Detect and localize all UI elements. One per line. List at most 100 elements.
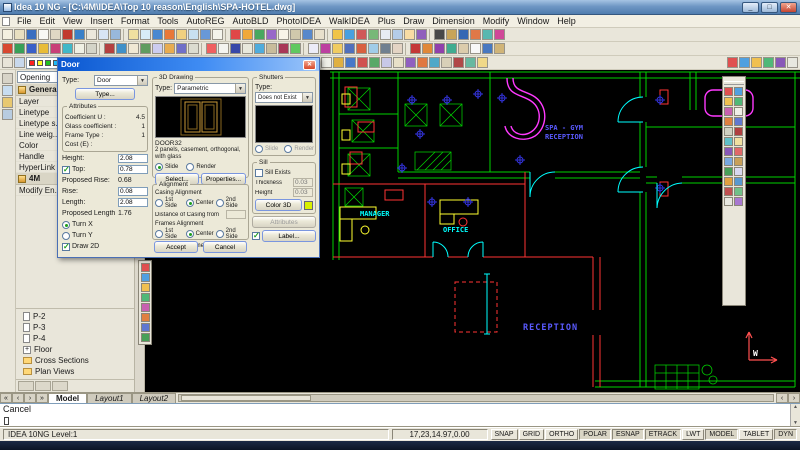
tool-icon[interactable] (152, 43, 163, 54)
color-3d-button[interactable]: Color 3D (255, 199, 302, 211)
tool-icon[interactable] (141, 313, 150, 322)
status-toggle-polar[interactable]: POLAR (579, 429, 611, 440)
render-radio[interactable] (186, 163, 194, 171)
status-toggle-ortho[interactable]: ORTHO (545, 429, 578, 440)
tool-icon[interactable] (218, 43, 229, 54)
height-input[interactable] (118, 154, 148, 163)
tool-icon[interactable] (212, 29, 223, 40)
menu-insert[interactable]: Insert (86, 16, 117, 26)
sidebar-tab[interactable] (52, 381, 68, 391)
tool-icon[interactable] (763, 57, 774, 68)
tool-icon[interactable] (14, 43, 25, 54)
tool-icon[interactable] (724, 167, 733, 176)
casing-2nd-side-radio[interactable] (216, 199, 224, 207)
tool-icon[interactable] (278, 43, 289, 54)
tool-icon[interactable] (470, 29, 481, 40)
tool-icon[interactable] (332, 29, 343, 40)
tool-icon[interactable] (727, 57, 738, 68)
scroll-down-icon[interactable]: ▼ (791, 420, 800, 426)
tool-icon[interactable] (775, 57, 786, 68)
tool-icon[interactable] (368, 43, 379, 54)
menu-modify[interactable]: Modify (479, 16, 514, 26)
status-toggle-grid[interactable]: GRID (519, 429, 545, 440)
tool-icon[interactable] (104, 43, 115, 54)
tab-nav-button[interactable]: « (0, 393, 12, 403)
tool-icon[interactable] (458, 43, 469, 54)
tool-icon[interactable] (26, 29, 37, 40)
tool-icon[interactable] (50, 43, 61, 54)
tool-icon[interactable] (470, 43, 481, 54)
turn-x-radio[interactable] (62, 221, 70, 229)
status-toggle-snap[interactable]: SNAP (491, 429, 518, 440)
tool-icon[interactable] (254, 29, 265, 40)
tool-icon[interactable] (141, 333, 150, 342)
sidebar-tab[interactable] (35, 381, 51, 391)
tool-icon[interactable] (453, 57, 464, 68)
tab-nav-button[interactable]: ‹ (12, 393, 24, 403)
menu-edit[interactable]: Edit (36, 16, 60, 26)
tool-icon[interactable] (242, 43, 253, 54)
tool-icon[interactable] (230, 29, 241, 40)
status-toggle-etrack[interactable]: ETRACK (645, 429, 681, 440)
scroll-thumb[interactable] (181, 395, 311, 401)
menu-dimension[interactable]: Dimension (428, 16, 479, 26)
tool-icon[interactable] (321, 57, 332, 68)
menu-photoidea[interactable]: PhotoIDEA (273, 16, 326, 26)
tool-icon[interactable] (242, 29, 253, 40)
status-toggle-dyn[interactable]: DYN (774, 429, 797, 440)
tool-icon[interactable] (734, 97, 743, 106)
tool-icon[interactable] (50, 29, 61, 40)
type-button[interactable]: Type... (75, 88, 135, 100)
tool-icon[interactable] (2, 29, 13, 40)
3d-type-combo[interactable]: Parametric ▼ (174, 83, 246, 94)
tool-icon[interactable] (392, 29, 403, 40)
tool-icon[interactable] (254, 43, 265, 54)
tool-icon[interactable] (422, 43, 433, 54)
tool-icon[interactable] (477, 57, 488, 68)
tool-icon[interactable] (116, 43, 127, 54)
tool-icon[interactable] (164, 29, 175, 40)
door-preview[interactable] (155, 96, 246, 138)
cancel-button[interactable]: Cancel (203, 241, 247, 253)
tool-icon[interactable] (308, 43, 319, 54)
tool-icon[interactable] (494, 29, 505, 40)
tool-icon[interactable] (441, 57, 452, 68)
turn-y-radio[interactable] (62, 232, 70, 240)
tool-icon[interactable] (739, 57, 750, 68)
tool-icon[interactable] (62, 29, 73, 40)
tool-icon[interactable] (2, 73, 13, 84)
tool-icon[interactable] (176, 43, 187, 54)
tool-icon[interactable] (458, 29, 469, 40)
tool-icon[interactable] (14, 57, 25, 68)
tool-icon[interactable] (494, 43, 505, 54)
tool-icon[interactable] (140, 29, 151, 40)
scroll-right-icon[interactable]: › (788, 393, 800, 403)
menu-tools[interactable]: Tools (153, 16, 182, 26)
tree-item-p-4[interactable]: P-4 (16, 333, 134, 344)
tool-icon[interactable] (140, 43, 151, 54)
tool-icon[interactable] (176, 29, 187, 40)
tool-icon[interactable] (314, 29, 325, 40)
minimize-button[interactable]: _ (742, 2, 759, 13)
menu-help[interactable]: Help (553, 16, 580, 26)
frames-2nd-side-radio[interactable] (216, 230, 224, 238)
tool-icon[interactable] (446, 43, 457, 54)
tool-icon[interactable] (724, 87, 733, 96)
tool-icon[interactable] (380, 43, 391, 54)
tool-icon[interactable] (482, 43, 493, 54)
horizontal-scrollbar[interactable] (178, 394, 774, 402)
sidebar-tab[interactable] (18, 381, 34, 391)
tool-icon[interactable] (266, 43, 277, 54)
shutters-type-combo[interactable]: Does not Exist ▼ (255, 92, 313, 103)
tool-icon[interactable] (434, 43, 445, 54)
menu-autobld[interactable]: AutoBLD (228, 16, 272, 26)
tool-icon[interactable] (74, 43, 85, 54)
dialog-close-button[interactable]: ✕ (303, 60, 316, 70)
tool-icon[interactable] (290, 43, 301, 54)
menu-plus[interactable]: Plus (374, 16, 400, 26)
tree-item-cross-sections[interactable]: Cross Sections (16, 355, 134, 366)
command-prompt[interactable] (0, 415, 800, 426)
tool-icon[interactable] (734, 147, 743, 156)
taskbar[interactable] (0, 441, 800, 450)
tool-icon[interactable] (290, 29, 301, 40)
